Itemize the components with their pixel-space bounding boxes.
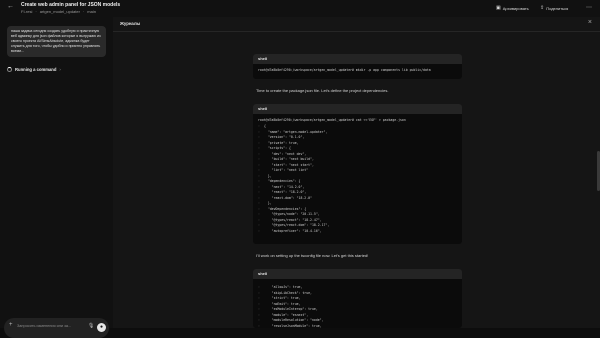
crumb-project[interactable]: artgen_model_updater bbox=[40, 9, 80, 14]
share-icon: ⇪ bbox=[540, 5, 545, 11]
composer-input[interactable]: Запросить изменения или за... bbox=[17, 324, 71, 328]
assistant-note: I'll work on setting up the tsconfig fil… bbox=[256, 253, 369, 258]
shell-block-header: shell bbox=[253, 269, 462, 279]
task-status-label: Running a command bbox=[15, 67, 57, 72]
task-status[interactable]: Running a command › bbox=[7, 67, 61, 72]
code-text: "autoprefixer": "10.4.16", bbox=[264, 228, 322, 233]
code-text: "resolveJsonModule": true, bbox=[264, 323, 322, 328]
code-output: › "allowJs": true, › "skipLibCheck": true… bbox=[258, 285, 457, 328]
more-dots-icon[interactable]: ⋯ bbox=[586, 4, 592, 11]
crumb-branch[interactable]: main bbox=[87, 9, 96, 14]
shell-block: shell root@d7a8b0ef4290:/workspace/artge… bbox=[253, 104, 462, 244]
close-icon[interactable]: × bbox=[588, 19, 592, 26]
crumb-separator: · bbox=[35, 9, 37, 14]
share-label: Поделиться bbox=[546, 5, 569, 11]
user-message: наша задача сегодня создать удобную и пр… bbox=[7, 26, 106, 57]
composer: + Запросить изменения или за... 🎙 ● bbox=[4, 318, 109, 338]
shell-block-header: shell bbox=[253, 54, 462, 64]
logs-panel: Журналы × shell root@d7a8b0ef4290:/works… bbox=[113, 17, 600, 328]
chevron-right-icon: › bbox=[59, 67, 61, 72]
breadcrumb: FI-resi · artgen_model_updater · main bbox=[21, 9, 96, 14]
task-title: Create web admin panel for JSON models bbox=[21, 2, 121, 8]
shell-command: root@d7a8b0ef4290:/workspace/artgen_mode… bbox=[258, 68, 431, 72]
archive-label: Архивировать bbox=[502, 5, 529, 11]
back-arrow-icon[interactable]: ← bbox=[7, 3, 14, 10]
shell-block: shell › "allowJs": true, › "skipLibCheck"… bbox=[253, 269, 462, 328]
crumb-separator: · bbox=[82, 9, 85, 14]
plus-icon[interactable]: + bbox=[9, 322, 13, 328]
spinner-icon bbox=[7, 67, 12, 72]
logs-header: Журналы × bbox=[113, 17, 600, 32]
shell-command: root@d7a8b0ef4290:/workspace/artgen_mode… bbox=[258, 118, 406, 122]
archive-button[interactable]: ▣ Архивировать bbox=[496, 5, 529, 11]
assistant-note: Time to create the package.json file. Le… bbox=[256, 88, 389, 93]
chat-panel: наша задача сегодня создать удобную и пр… bbox=[0, 17, 113, 338]
code-line: › "autoprefixer": "10.4.16", bbox=[258, 229, 457, 235]
archive-icon: ▣ bbox=[496, 5, 501, 11]
logs-title: Журналы bbox=[120, 21, 141, 26]
crumb-repo[interactable]: FI-resi bbox=[21, 9, 32, 14]
shell-block: shell root@d7a8b0ef4290:/workspace/artge… bbox=[253, 54, 462, 79]
mic-icon[interactable]: 🎙 bbox=[88, 323, 94, 329]
code-output: ›{› "name": "artgen-model-updater", › "ve… bbox=[258, 124, 457, 234]
code-line: › "resolveJsonModule": true, bbox=[258, 324, 457, 329]
share-button[interactable]: ⇪ Поделиться bbox=[540, 5, 568, 11]
top-bar: ← Create web admin panel for JSON models… bbox=[0, 0, 600, 18]
shell-block-header: shell bbox=[253, 104, 462, 114]
